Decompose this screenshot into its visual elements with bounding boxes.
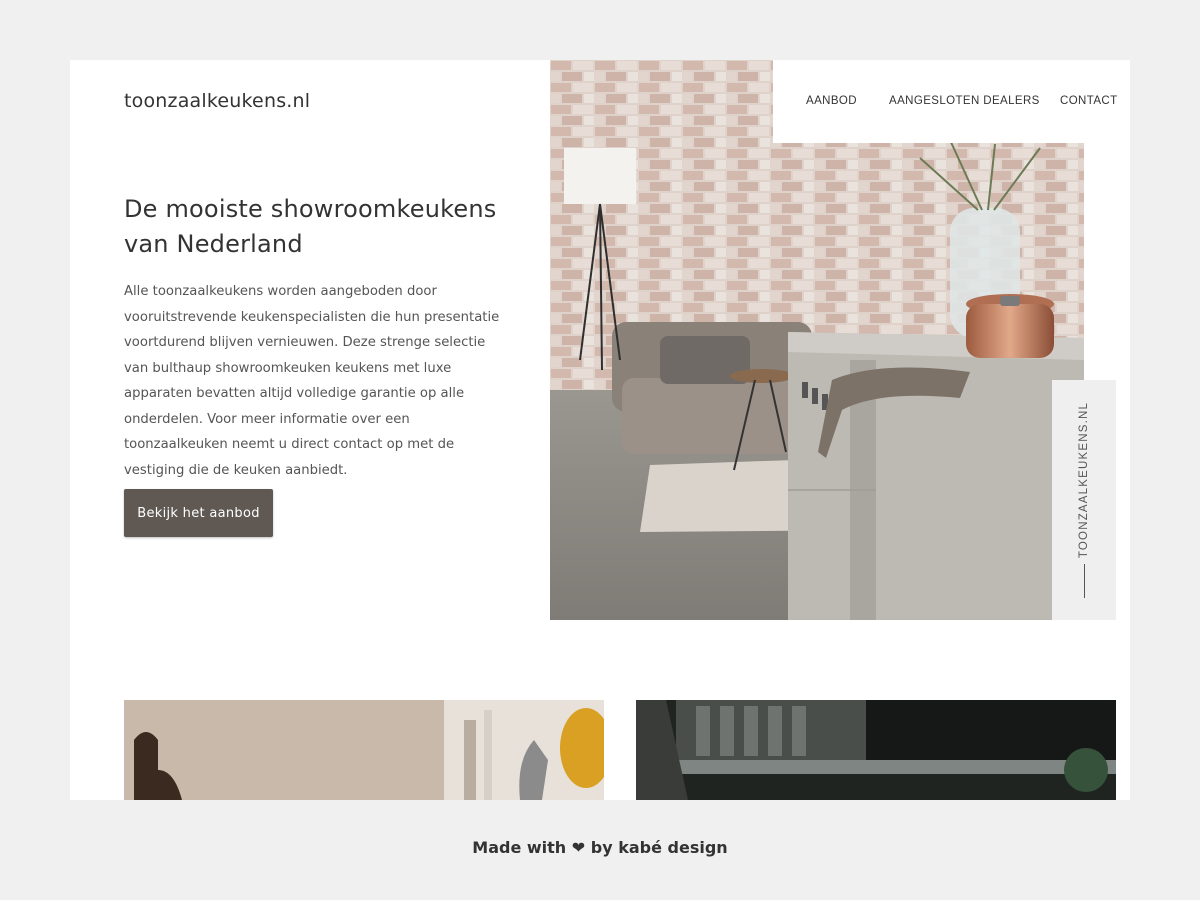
- site-footer: Made with ❤ by kabé design: [0, 838, 1200, 857]
- footer-credit-link[interactable]: by kabé design: [591, 838, 728, 857]
- page-frame: toonzaalkeukens.nl De mooiste showroomke…: [70, 60, 1130, 800]
- nav-item-aangesloten-dealers[interactable]: AANGESLOTEN DEALERS: [889, 95, 1040, 107]
- kitchen-card-image-2[interactable]: [636, 700, 1116, 800]
- heart-icon: ❤: [571, 838, 586, 857]
- nav-item-aanbod[interactable]: AANBOD: [806, 95, 857, 107]
- main-navigation: AANBOD AANGESLOTEN DEALERS CONTACT: [773, 60, 1130, 143]
- vertical-brand-panel: TOONZAALKEUKENS.NL: [1052, 380, 1116, 620]
- hero-title: De mooiste showroomkeukens van Nederland: [124, 195, 497, 258]
- footer-prefix: Made with: [472, 838, 567, 857]
- kitchen-card-image-1[interactable]: [124, 700, 604, 800]
- nav-item-contact[interactable]: CONTACT: [1060, 95, 1118, 107]
- view-offer-button[interactable]: Bekijk het aanbod: [124, 489, 273, 537]
- site-logo[interactable]: toonzaalkeukens.nl: [124, 90, 310, 112]
- vertical-divider: [1084, 564, 1085, 598]
- hero-description: Alle toonzaalkeukens worden aangeboden d…: [124, 284, 500, 478]
- vertical-brand-text: TOONZAALKEUKENS.NL: [1078, 401, 1091, 559]
- hero-kitchen-image: [550, 60, 1084, 620]
